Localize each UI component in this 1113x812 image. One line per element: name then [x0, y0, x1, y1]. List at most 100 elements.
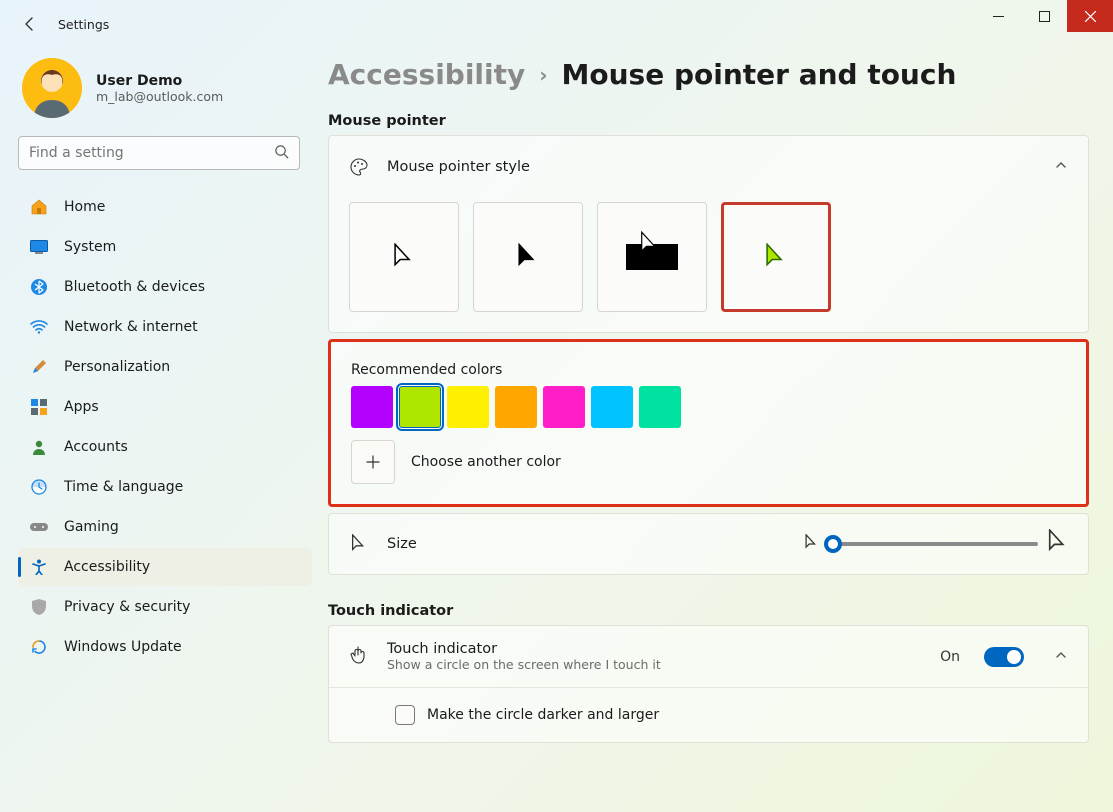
avatar	[22, 58, 82, 118]
nav-accessibility[interactable]: Accessibility	[18, 548, 312, 586]
nav-apps[interactable]: Apps	[18, 388, 312, 426]
wifi-icon	[30, 320, 48, 334]
size-slider-thumb[interactable]	[824, 535, 842, 553]
color-swatch-5[interactable]	[591, 386, 633, 428]
nav-system[interactable]: System	[18, 228, 312, 266]
pointer-style-custom[interactable]	[721, 202, 831, 312]
nav-home[interactable]: Home	[18, 188, 312, 226]
system-icon	[30, 240, 48, 254]
nav-label: Accessibility	[64, 559, 150, 575]
color-swatch-3[interactable]	[495, 386, 537, 428]
cursor-large-icon	[1048, 529, 1068, 559]
chevron-right-icon: ›	[539, 63, 547, 87]
nav-label: Windows Update	[64, 639, 182, 655]
bluetooth-icon	[30, 279, 48, 295]
sidebar: User Demo m_lab@outlook.com Home System …	[18, 48, 318, 812]
size-slider-area	[805, 529, 1068, 559]
color-swatch-1[interactable]	[399, 386, 441, 428]
gamepad-icon	[30, 521, 48, 533]
minimize-button[interactable]	[975, 0, 1021, 32]
nav-label: Personalization	[64, 359, 170, 375]
search-input[interactable]	[29, 145, 274, 161]
shield-icon	[30, 599, 48, 615]
nav-time[interactable]: Time & language	[18, 468, 312, 506]
nav-label: Network & internet	[64, 319, 198, 335]
palette-icon	[349, 157, 369, 177]
color-swatch-6[interactable]	[639, 386, 681, 428]
recommended-colors-card: Recommended colors Choose another color	[328, 339, 1089, 507]
color-swatch-2[interactable]	[447, 386, 489, 428]
pointer-style-black[interactable]	[473, 202, 583, 312]
touch-toggle-state: On	[940, 649, 960, 665]
back-button[interactable]	[20, 14, 40, 34]
chevron-up-icon	[1054, 158, 1068, 176]
section-heading-touch: Touch indicator	[328, 603, 1089, 619]
main-content: Accessibility › Mouse pointer and touch …	[318, 48, 1113, 812]
breadcrumb-parent[interactable]: Accessibility	[328, 58, 525, 91]
pointer-style-title: Mouse pointer style	[387, 159, 1036, 175]
profile-email: m_lab@outlook.com	[96, 89, 223, 104]
window-title: Settings	[58, 17, 109, 32]
choose-another-color-label: Choose another color	[411, 454, 561, 470]
choose-another-color-button[interactable]	[351, 440, 395, 484]
cursor-small-icon	[805, 534, 818, 555]
nav-label: Privacy & security	[64, 599, 190, 615]
touch-icon	[349, 644, 369, 670]
chevron-up-icon[interactable]	[1054, 648, 1068, 666]
nav-gaming[interactable]: Gaming	[18, 508, 312, 546]
nav-label: Apps	[64, 399, 99, 415]
nav-personalization[interactable]: Personalization	[18, 348, 312, 386]
recommended-colors-title: Recommended colors	[351, 362, 1066, 378]
touch-circle-option-row: Make the circle darker and larger	[329, 688, 1088, 742]
apps-icon	[30, 399, 48, 415]
nav-privacy[interactable]: Privacy & security	[18, 588, 312, 626]
touch-circle-checkbox[interactable]	[395, 705, 415, 725]
search-icon	[274, 144, 289, 163]
pointer-style-inverted[interactable]	[597, 202, 707, 312]
nav-label: Gaming	[64, 519, 119, 535]
nav-label: Accounts	[64, 439, 128, 455]
touch-circle-label: Make the circle darker and larger	[427, 707, 659, 723]
person-icon	[30, 439, 48, 455]
maximize-button[interactable]	[1021, 0, 1067, 32]
touch-toggle[interactable]	[984, 647, 1024, 667]
nav-label: Bluetooth & devices	[64, 279, 205, 295]
update-icon	[30, 639, 48, 655]
search-box[interactable]	[18, 136, 300, 170]
size-label: Size	[387, 536, 443, 552]
touch-row-title: Touch indicator	[387, 641, 922, 657]
nav-update[interactable]: Windows Update	[18, 628, 312, 666]
nav: Home System Bluetooth & devices Network …	[18, 188, 312, 668]
nav-label: System	[64, 239, 116, 255]
color-swatches	[351, 386, 1066, 428]
color-swatch-0[interactable]	[351, 386, 393, 428]
color-swatch-4[interactable]	[543, 386, 585, 428]
touch-indicator-card: Touch indicator Show a circle on the scr…	[328, 625, 1089, 743]
cursor-icon	[349, 534, 369, 554]
touch-indicator-row[interactable]: Touch indicator Show a circle on the scr…	[329, 626, 1088, 688]
close-button[interactable]	[1067, 0, 1113, 32]
profile-name: User Demo	[96, 73, 223, 89]
section-heading-pointer: Mouse pointer	[328, 113, 1089, 129]
breadcrumb-current: Mouse pointer and touch	[562, 58, 957, 91]
titlebar: Settings	[0, 0, 1113, 48]
breadcrumb: Accessibility › Mouse pointer and touch	[328, 58, 1089, 91]
touch-row-subtitle: Show a circle on the screen where I touc…	[387, 657, 922, 672]
choose-another-color-row: Choose another color	[351, 440, 1066, 484]
nav-bluetooth[interactable]: Bluetooth & devices	[18, 268, 312, 306]
profile-block[interactable]: User Demo m_lab@outlook.com	[18, 54, 312, 136]
pointer-style-white[interactable]	[349, 202, 459, 312]
window-controls	[975, 0, 1113, 32]
clock-icon	[30, 479, 48, 495]
pointer-style-header[interactable]: Mouse pointer style	[329, 136, 1088, 198]
brush-icon	[30, 358, 48, 376]
accessibility-icon	[30, 559, 48, 575]
nav-label: Home	[64, 199, 105, 215]
nav-network[interactable]: Network & internet	[18, 308, 312, 346]
pointer-size-card: Size	[328, 513, 1089, 575]
pointer-style-card: Mouse pointer style	[328, 135, 1089, 333]
pointer-style-options	[349, 198, 1068, 312]
size-slider[interactable]	[828, 536, 1038, 552]
nav-accounts[interactable]: Accounts	[18, 428, 312, 466]
home-icon	[30, 198, 48, 216]
